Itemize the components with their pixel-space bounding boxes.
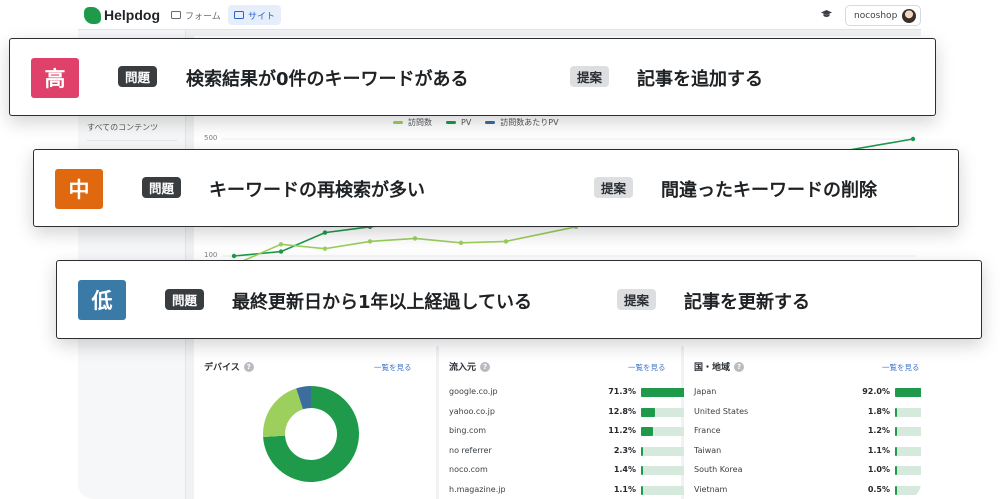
priority-badge-medium: 中 <box>55 169 103 209</box>
legend-swatch <box>485 121 496 124</box>
series-point <box>367 239 373 244</box>
priority-badge-low: 低 <box>78 280 126 320</box>
proposal-text: 記事を更新する <box>684 292 810 313</box>
legend-swatch <box>393 121 403 124</box>
y-tick-label: 500 <box>204 134 218 142</box>
series-point <box>910 136 916 142</box>
proposal-tag: 提案 <box>594 177 634 198</box>
legend-item-pv: PV <box>446 117 471 128</box>
y-tick-label: 100 <box>204 251 218 259</box>
problem-tag: 問題 <box>165 289 205 310</box>
series-point <box>322 230 328 235</box>
legend-label: PV <box>461 118 472 127</box>
series-point <box>278 249 284 254</box>
legend-item-visits: 訪問数 <box>393 117 432 128</box>
problem-text: 検索結果が0件のキーワードがある <box>186 69 469 90</box>
legend-swatch <box>446 121 456 124</box>
series-point <box>322 246 328 251</box>
series-point <box>231 253 237 259</box>
proposal-text: 記事を追加する <box>637 69 763 90</box>
chart-legend: 訪問数 PV 訪問数あたりPV <box>393 117 559 128</box>
problem-tag: 問題 <box>142 177 182 198</box>
legend-label: 訪問数 <box>408 118 432 127</box>
series-point <box>412 236 418 241</box>
donut-slice <box>263 388 303 438</box>
legend-label: 訪問数あたりPV <box>500 118 559 127</box>
series-point <box>278 242 284 247</box>
problem-text: キーワードの再検索が多い <box>209 180 425 201</box>
screenshot-stage: Helpdog フォーム サイト nocoshop すべてのコンテンツ デバイス… <box>0 0 1000 499</box>
problem-tag: 問題 <box>118 66 158 87</box>
proposal-text: 間違ったキーワードの削除 <box>661 180 877 201</box>
issue-card-high: 高 問題 検索結果が0件のキーワードがある 提案 記事を追加する <box>9 38 936 116</box>
legend-item-pv-per-visit: 訪問数あたりPV <box>485 117 559 128</box>
problem-text: 最終更新日から1年以上経過している <box>232 292 532 313</box>
priority-badge-high: 高 <box>31 58 79 98</box>
series-point <box>503 239 509 244</box>
issue-card-medium: 中 問題 キーワードの再検索が多い 提案 間違ったキーワードの削除 <box>33 149 959 227</box>
proposal-tag: 提案 <box>570 66 610 87</box>
series-point <box>458 240 464 245</box>
proposal-tag: 提案 <box>617 289 657 310</box>
issue-card-low: 低 問題 最終更新日から1年以上経過している 提案 記事を更新する <box>56 260 982 339</box>
